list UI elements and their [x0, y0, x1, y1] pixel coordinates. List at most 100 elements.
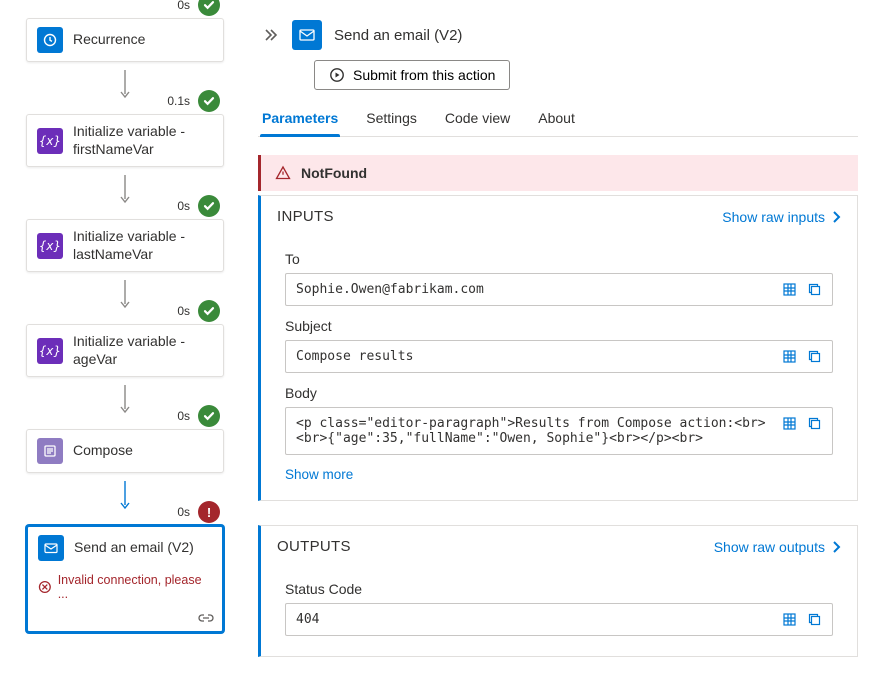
action-detail-panel: Send an email (V2) Submit from this acti…: [250, 0, 870, 700]
field-actions: [782, 282, 822, 297]
node-title: Initialize variable - firstNameVar: [73, 123, 213, 158]
node-error-text: Invalid connection, please ...: [58, 573, 212, 601]
grid-icon[interactable]: [782, 349, 797, 364]
status-success-icon: [198, 300, 220, 322]
flow-node-recurrence[interactable]: Recurrence: [26, 18, 224, 62]
field-value-box: Sophie.Owen@fabrikam.com: [285, 273, 833, 306]
flow-nodes-container: 0s Recurrence 0.1s {x} Initialize variable -…: [16, 8, 234, 639]
node-duration: 0s: [173, 198, 194, 214]
tab-settings[interactable]: Settings: [364, 104, 419, 136]
var-icon: {x}: [37, 233, 63, 259]
flow-node-send-email[interactable]: Send an email (V2) Invalid connection, pl…: [26, 525, 224, 633]
inputs-body: To Sophie.Owen@fabrikam.com Subject Compose…: [261, 237, 857, 500]
tab-code-view[interactable]: Code view: [443, 104, 512, 136]
submit-row: Submit from this action: [258, 60, 858, 104]
field-value: 404: [296, 612, 774, 627]
collapse-icon[interactable]: [264, 27, 280, 43]
copy-icon[interactable]: [807, 282, 822, 297]
field-value: Compose results: [296, 349, 774, 364]
field-status-code: Status Code 404: [285, 581, 833, 636]
flow-designer-panel: 0s Recurrence 0.1s {x} Initialize variable -…: [0, 0, 250, 700]
copy-icon[interactable]: [807, 612, 822, 627]
status-error-icon: !: [198, 501, 220, 523]
tab-parameters[interactable]: Parameters: [260, 104, 340, 136]
status-success-icon: [198, 195, 220, 217]
inputs-section: INPUTS Show raw inputs To Sophie.Owen@fab…: [258, 195, 858, 501]
node-duration: 0s: [173, 0, 194, 13]
link-icon[interactable]: [198, 611, 214, 625]
error-banner-text: NotFound: [301, 165, 367, 181]
arrow-down-icon: [119, 280, 131, 310]
status-success-icon: [198, 405, 220, 427]
status-success-icon: [198, 0, 220, 16]
outputs-section: OUTPUTS Show raw outputs Status Code 404: [258, 525, 858, 657]
show-raw-inputs-link[interactable]: Show raw inputs: [722, 209, 841, 225]
time-badge: 0s: [173, 405, 220, 427]
flow-node-compose[interactable]: Compose: [26, 429, 224, 473]
node-duration: 0s: [173, 303, 194, 319]
field-actions: [782, 416, 822, 431]
detail-tabs: Parameters Settings Code view About: [258, 104, 858, 137]
time-badge: 0.1s: [163, 90, 220, 112]
arrow-down-icon: [119, 175, 131, 205]
show-raw-outputs-link[interactable]: Show raw outputs: [714, 539, 841, 555]
field-actions: [782, 349, 822, 364]
inputs-title: INPUTS: [277, 208, 334, 225]
var-icon: {x}: [37, 338, 63, 364]
field-label: Status Code: [285, 581, 833, 597]
node-link-row: [28, 609, 222, 631]
node-title: Recurrence: [73, 31, 145, 49]
field-value-box: Compose results: [285, 340, 833, 373]
status-success-icon: [198, 90, 220, 112]
var-icon: {x}: [37, 128, 63, 154]
clock-icon: [37, 27, 63, 53]
field-value: <p class="editor-paragraph">Results from…: [296, 416, 774, 446]
error-banner: NotFound: [258, 155, 858, 191]
arrow-down-icon: [119, 385, 131, 415]
arrow-down-icon: [119, 481, 131, 511]
node-error-row: Invalid connection, please ...: [28, 569, 222, 609]
node-title: Initialize variable - ageVar: [73, 333, 213, 368]
field-subject: Subject Compose results: [285, 318, 833, 373]
detail-header: Send an email (V2): [258, 16, 858, 60]
outlook-icon: [292, 20, 322, 50]
field-label: To: [285, 251, 833, 267]
compose-icon: [37, 438, 63, 464]
field-value-box: <p class="editor-paragraph">Results from…: [285, 407, 833, 455]
flow-node-init-first[interactable]: {x} Initialize variable - firstNameVar: [26, 114, 224, 167]
flow-node-init-age[interactable]: {x} Initialize variable - ageVar: [26, 324, 224, 377]
node-title: Initialize variable - lastNameVar: [73, 228, 213, 263]
inputs-header: INPUTS Show raw inputs: [261, 196, 857, 237]
tab-about[interactable]: About: [536, 104, 577, 136]
node-duration: 0s: [173, 408, 194, 424]
node-title: Send an email (V2): [74, 539, 194, 557]
time-badge: 0s: [173, 0, 220, 16]
field-label: Body: [285, 385, 833, 401]
grid-icon[interactable]: [782, 416, 797, 431]
submit-label: Submit from this action: [353, 67, 495, 83]
copy-icon[interactable]: [807, 416, 822, 431]
time-badge: 0s: [173, 300, 220, 322]
copy-icon[interactable]: [807, 349, 822, 364]
arrow-down-icon: [119, 70, 131, 100]
node-title: Compose: [73, 442, 133, 460]
outputs-title: OUTPUTS: [277, 538, 351, 555]
field-to: To Sophie.Owen@fabrikam.com: [285, 251, 833, 306]
detail-title: Send an email (V2): [334, 27, 462, 44]
field-label: Subject: [285, 318, 833, 334]
field-value-box: 404: [285, 603, 833, 636]
grid-icon[interactable]: [782, 282, 797, 297]
field-body: Body <p class="editor-paragraph">Results …: [285, 385, 833, 455]
outputs-header: OUTPUTS Show raw outputs: [261, 526, 857, 567]
flow-node-init-last[interactable]: {x} Initialize variable - lastNameVar: [26, 219, 224, 272]
time-badge: 0s: [173, 195, 220, 217]
field-value: Sophie.Owen@fabrikam.com: [296, 282, 774, 297]
outputs-body: Status Code 404: [261, 567, 857, 656]
show-more-link[interactable]: Show more: [285, 467, 833, 482]
submit-from-action-button[interactable]: Submit from this action: [314, 60, 510, 90]
node-duration: 0.1s: [163, 93, 194, 109]
warning-icon: [275, 165, 291, 181]
time-badge: 0s!: [173, 501, 220, 523]
grid-icon[interactable]: [782, 612, 797, 627]
node-duration: 0s: [173, 504, 194, 520]
